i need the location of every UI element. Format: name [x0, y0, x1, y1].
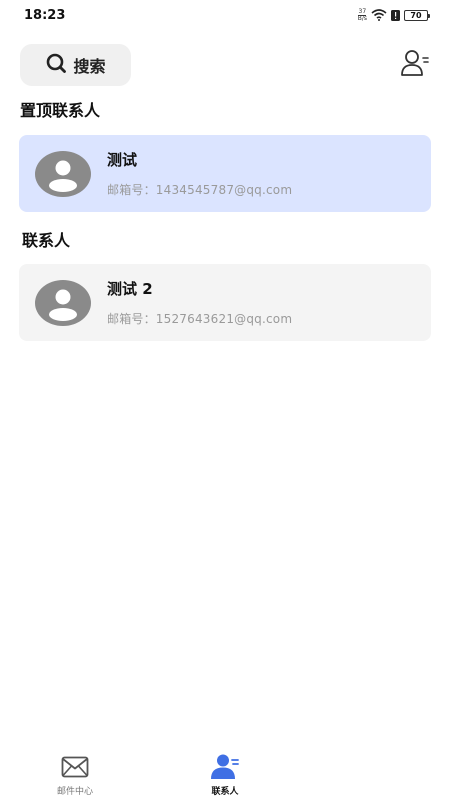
wifi-icon — [371, 6, 387, 25]
nav-item-contacts[interactable]: 联系人 — [150, 746, 300, 800]
status-bar: 18:23 37 B/s 70 — [0, 0, 450, 30]
contacts-title: 联系人 — [22, 231, 71, 250]
avatar — [35, 279, 91, 326]
pinned-contacts-title: 置顶联系人 — [20, 101, 101, 120]
net-speed-indicator: 37 B/s — [357, 8, 367, 22]
contact-email: 邮箱号：1527643621@qq.com — [107, 312, 293, 326]
status-icons: 37 B/s 70 — [357, 6, 430, 25]
sim-alert-icon — [391, 6, 400, 25]
contacts-icon — [210, 752, 240, 782]
pinned-contact-card[interactable]: 测试 邮箱号：1434545787@qq.com — [19, 135, 431, 212]
nav-label-contacts: 联系人 — [211, 787, 239, 797]
contact-info: 测试 2 邮箱号：1527643621@qq.com — [107, 278, 292, 327]
search-label: 搜索 — [73, 57, 106, 76]
mail-icon — [61, 752, 89, 782]
search-button[interactable]: 搜索 — [20, 44, 131, 86]
bottom-nav: 邮件中心 联系人 — [0, 746, 450, 800]
contact-name: 测试 2 — [107, 280, 153, 298]
contacts-menu-icon — [400, 49, 430, 81]
contact-info: 测试 邮箱号：1434545787@qq.com — [107, 149, 292, 198]
avatar — [35, 150, 91, 197]
top-bar: 搜索 — [20, 44, 432, 86]
contact-email: 邮箱号：1434545787@qq.com — [107, 183, 293, 197]
search-icon — [45, 52, 67, 78]
contact-card[interactable]: 测试 2 邮箱号：1527643621@qq.com — [19, 264, 431, 341]
contacts-menu-button[interactable] — [398, 48, 432, 82]
nav-item-mail-center[interactable]: 邮件中心 — [0, 746, 150, 800]
contact-name: 测试 — [107, 151, 138, 169]
nav-label-mail-center: 邮件中心 — [56, 787, 93, 797]
net-speed-unit: B/s — [357, 14, 367, 22]
battery-icon: 70 — [404, 9, 430, 21]
status-time: 18:23 — [24, 7, 66, 23]
